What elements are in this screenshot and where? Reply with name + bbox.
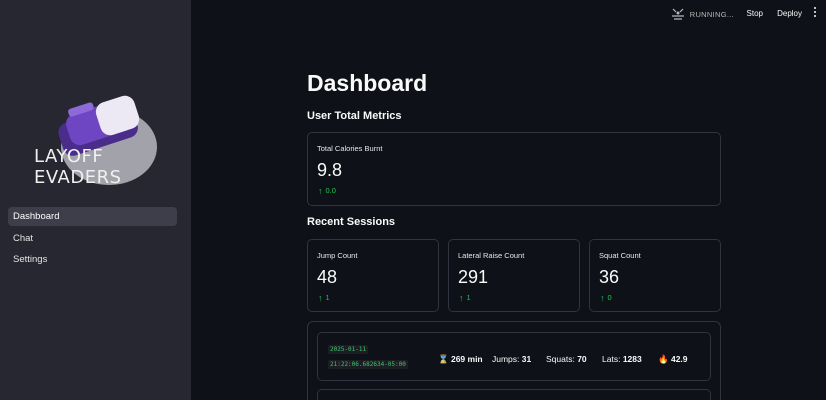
metric-delta-value: 1 [325,293,330,302]
session-squats-label: Squats: [546,354,575,364]
metric-delta: ↑ 1 [318,293,330,302]
sidebar-item-dashboard[interactable]: Dashboard [8,207,177,226]
app-root: LAYOFF EVADERS Dashboard Chat Settings R… [0,0,826,400]
session-calories-value: 42.9 [670,354,688,364]
metric-label: Lateral Raise Count [458,251,525,260]
session-jumps: Jumps: 31 [492,354,531,364]
session-jumps-label: Jumps: [492,354,520,364]
session-row: 2025-01-11 21:22:06.682634-05:00 ⌛ 269 m… [317,332,711,381]
session-time: 21:22:06.682634-05:00 [328,360,408,369]
metric-label: Total Calories Burnt [317,144,383,153]
session-duration: ⌛ 269 min [438,354,483,365]
metric-delta: ↑ 1 [459,293,471,302]
metric-delta-value: 0.0 [325,186,336,195]
top-header: RUNNING... Stop Deploy [191,0,826,26]
metric-card-jump-count: Jump Count 48 ↑ 1 [307,239,439,312]
stop-button[interactable]: Stop [747,9,763,18]
session-date: 2025-01-11 [328,345,369,354]
session-duration-value: 269 min [450,354,483,364]
sidebar-nav: Dashboard Chat Settings [8,207,177,272]
logo-line-1: LAYOFF [34,146,104,167]
session-lats-value: 1283 [622,354,642,364]
session-squats: Squats: 70 [546,354,587,364]
metric-value: 36 [599,267,620,287]
sidebar-item-settings[interactable]: Settings [8,250,177,269]
page-title: Dashboard [307,70,428,96]
section-recent-sessions: Recent Sessions [307,216,396,228]
menu-icon[interactable] [812,7,818,19]
session-list: 2025-01-11 21:22:06.682634-05:00 ⌛ 269 m… [307,321,721,400]
logo-text: LAYOFF EVADERS [34,146,122,188]
session-calories: 🔥 42.9 [658,354,688,365]
arrow-up-icon: ↑ [318,292,323,303]
running-label: RUNNING... [689,9,734,19]
metric-value: 291 [458,267,489,287]
deploy-button[interactable]: Deploy [777,9,802,18]
metric-label: Squat Count [599,251,641,260]
metric-delta-value: 0 [607,293,612,302]
session-jumps-value: 31 [521,354,532,364]
sidebar-item-chat[interactable]: Chat [8,229,177,248]
session-row [317,389,711,400]
metric-value: 9.8 [317,160,343,180]
session-lats: Lats: 1283 [602,354,642,364]
metric-card-total-calories: Total Calories Burnt 9.8 ↑ 0.0 [307,132,721,206]
running-status: RUNNING... [671,8,734,20]
session-squats-value: 70 [577,354,587,364]
arrow-up-icon: ↑ [600,292,605,303]
arrow-up-icon: ↑ [459,292,464,303]
metric-delta: ↑ 0.0 [318,186,336,195]
sidebar: LAYOFF EVADERS Dashboard Chat Settings [0,0,191,400]
arrow-up-icon: ↑ [318,185,323,196]
section-total-metrics: User Total Metrics [307,110,402,122]
metric-delta: ↑ 0 [600,293,612,302]
metric-value: 48 [317,267,338,287]
running-icon [671,8,684,20]
metric-label: Jump Count [317,251,358,260]
session-lats-label: Lats: [602,354,621,364]
metric-card-lateral-raise-count: Lateral Raise Count 291 ↑ 1 [448,239,580,312]
metric-card-squat-count: Squat Count 36 ↑ 0 [589,239,721,312]
metric-delta-value: 1 [466,293,471,302]
logo-line-2: EVADERS [34,167,122,188]
fire-icon: 🔥 [658,354,669,364]
hourglass-icon: ⌛ [438,354,449,364]
